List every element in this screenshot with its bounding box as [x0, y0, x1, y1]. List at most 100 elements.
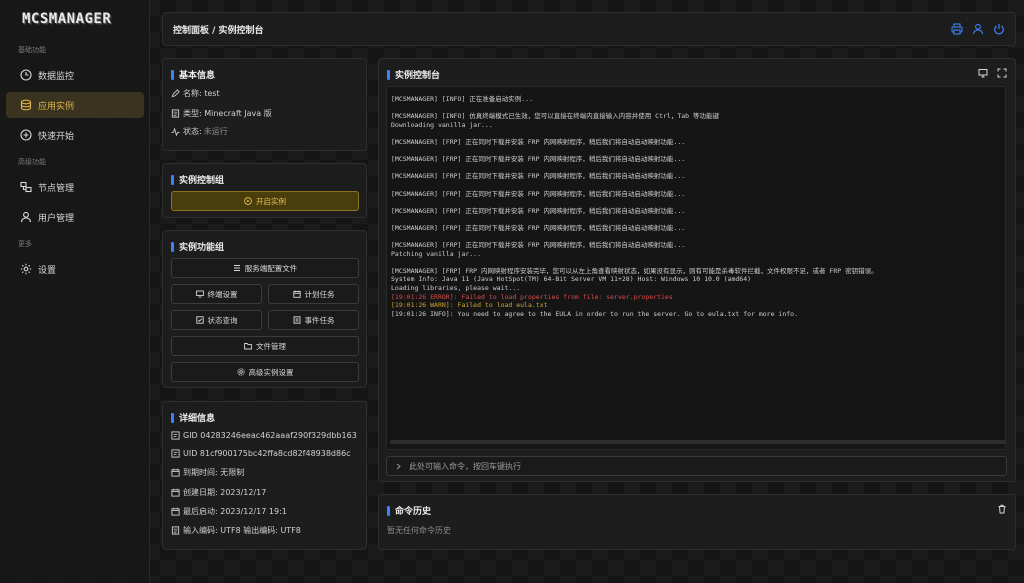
console-output[interactable]: [MCSMANAGER] [INFO] 正在准备启动实例... [MCSMANAG… [386, 86, 1006, 450]
pencil-icon [171, 89, 180, 98]
sidebar-item-settings[interactable]: 设置 [6, 256, 144, 282]
instance-name-row: 名称: test [171, 88, 220, 99]
sidebar-item-label: 快速开始 [38, 131, 75, 142]
console-line: Patching vanilla jar... [391, 249, 482, 258]
console-line: [19:01:26 WARN]: Failed to load eula.txt [391, 301, 548, 310]
power-icon[interactable] [993, 23, 1005, 35]
console-line: [MCSMANAGER] [FRP] 正在同时下载并安装 FRP 内网映射程序，… [391, 206, 686, 215]
event-tasks-button[interactable]: 事件任务 [268, 310, 359, 330]
console-lines: [MCSMANAGER] [INFO] 正在准备启动实例... [MCSMANAG… [391, 95, 997, 318]
expire-row: 到期时间: 无限制 [171, 467, 244, 478]
monitor-icon [195, 290, 204, 298]
history-card: 命令历史 暂无任何命令历史 [378, 494, 1016, 550]
sidebar-item-label: 用户管理 [38, 213, 75, 224]
expire-value: 到期时间: 无限制 [183, 468, 245, 477]
console-title: 实例控制台 [387, 68, 440, 81]
last-start-row: 最后启动: 2023/12/17 19:1 [171, 506, 287, 517]
gid-row: GID 04283246eeac462aaaf290f329dbb163 [171, 431, 357, 440]
gid-value: GID 04283246eeac462aaaf290f329dbb163 [183, 431, 357, 440]
uid-value: UID 81cf900175bc42ffa8cd82f48938d86c [183, 449, 351, 458]
event-tasks-label: 事件任务 [304, 315, 335, 325]
last-start-value: 最后启动: 2023/12/17 19:1 [183, 507, 287, 516]
sidebar: MCSMANAGER 基础功能 数据监控 应用实例 快速开始 高级功能 节点管理… [0, 0, 150, 583]
console-line: [MCSMANAGER] [FRP] 正在同时下载并安装 FRP 内网映射程序，… [391, 189, 686, 198]
encoding-value: 输入编码: UTF8 输出编码: UTF8 [183, 526, 301, 535]
sidebar-item-dashboard[interactable]: 数据监控 [6, 62, 144, 88]
user-icon [20, 211, 32, 223]
console-scrollbar[interactable] [390, 440, 1006, 444]
history-title: 命令历史 [387, 504, 431, 517]
service-config-label: 服务端配置文件 [244, 263, 298, 273]
console-line: [MCSMANAGER] [FRP] 正在同时下载并安装 FRP 内网映射程序，… [391, 172, 686, 181]
console-line: [19:01:26 INFO]: You need to agree to th… [391, 309, 798, 318]
sidebar-item-label: 设置 [38, 265, 57, 276]
command-input[interactable]: 此处可输入命令，按回车键执行 [386, 456, 1007, 476]
breadcrumb: 控制面板 / 实例控制台 [173, 25, 264, 36]
scheduled-tasks-label: 计划任务 [304, 289, 335, 299]
user-icon[interactable] [972, 23, 984, 35]
database-icon [20, 99, 32, 111]
created-row: 创建日期: 2023/12/17 [171, 487, 266, 498]
sidebar-item-nodes[interactable]: 节点管理 [6, 174, 144, 200]
fullscreen-icon[interactable] [997, 68, 1007, 78]
id-icon [171, 449, 180, 458]
status-icon [195, 316, 204, 324]
event-icon [293, 316, 301, 324]
sidebar-item-instances[interactable]: 应用实例 [6, 92, 144, 118]
control-group-title: 实例控制组 [171, 173, 224, 186]
sidebar-item-label: 数据监控 [38, 71, 75, 82]
monitor-icon[interactable] [978, 68, 988, 78]
terminal-settings-label: 终端设置 [207, 289, 238, 299]
pulse-icon [171, 127, 180, 136]
console-line: [MCSMANAGER] [FRP] 正在同时下载并安装 FRP 内网映射程序，… [391, 137, 686, 146]
status-value: 未运行 [203, 127, 228, 136]
file-icon [171, 526, 180, 535]
sidebar-item-quickstart[interactable]: 快速开始 [6, 122, 144, 148]
console-line: [MCSMANAGER] [INFO] 仿真终端模式已生效，您可以直接在终端内直… [391, 112, 719, 121]
sidebar-item-label: 节点管理 [38, 183, 75, 194]
printer-icon[interactable] [951, 23, 963, 35]
advanced-settings-button[interactable]: 高级实例设置 [171, 362, 359, 382]
gear-icon [20, 263, 32, 275]
trash-icon[interactable] [997, 504, 1007, 514]
console-line: [MCSMANAGER] [FRP] 正在同时下载并安装 FRP 内网映射程序，… [391, 223, 686, 232]
uid-row: UID 81cf900175bc42ffa8cd82f48938d86c [171, 449, 351, 458]
console-line: Loading libraries, please wait... [391, 284, 521, 293]
instance-name: 名称: test [183, 89, 220, 98]
details-card: 详细信息 GID 04283246eeac462aaaf290f329dbb16… [162, 401, 367, 550]
terminal-settings-button[interactable]: 终端设置 [171, 284, 262, 304]
calendar-icon [292, 290, 301, 298]
status-query-label: 状态查询 [207, 315, 238, 325]
sidebar-item-users[interactable]: 用户管理 [6, 204, 144, 230]
control-group-card: 实例控制组 开启实例 [162, 163, 367, 218]
function-group-card: 实例功能组 服务端配置文件 终端设置 计划任务 状态查询 事件任务 文件管理 高… [162, 230, 367, 388]
status-query-button[interactable]: 状态查询 [171, 310, 262, 330]
sidebar-section-basic: 基础功能 [18, 46, 46, 54]
start-instance-label: 开启实例 [256, 196, 286, 206]
folder-icon [244, 342, 252, 350]
app-logo[interactable]: MCSMANAGER [22, 11, 111, 27]
instance-type-row: 类型: Minecraft Java 版 [171, 108, 272, 119]
start-instance-button[interactable]: 开启实例 [171, 191, 359, 211]
instance-status-row: 状态: 未运行 [171, 126, 228, 137]
scheduled-tasks-button[interactable]: 计划任务 [268, 284, 359, 304]
file-management-button[interactable]: 文件管理 [171, 336, 359, 356]
file-management-label: 文件管理 [256, 341, 286, 351]
play-circle-icon [244, 197, 252, 205]
top-bar: 控制面板 / 实例控制台 [162, 12, 1016, 46]
function-group-title: 实例功能组 [171, 240, 224, 253]
calendar-icon [171, 468, 180, 477]
console-line: [19:01:26 ERROR]: Failed to load propert… [391, 292, 673, 301]
file-icon [171, 109, 180, 118]
service-config-button[interactable]: 服务端配置文件 [171, 258, 359, 278]
sidebar-section-advanced: 高级功能 [18, 158, 46, 166]
chevron-right-icon [395, 463, 402, 470]
sidebar-item-label: 应用实例 [38, 101, 75, 112]
encoding-row: 输入编码: UTF8 输出编码: UTF8 [171, 525, 301, 536]
